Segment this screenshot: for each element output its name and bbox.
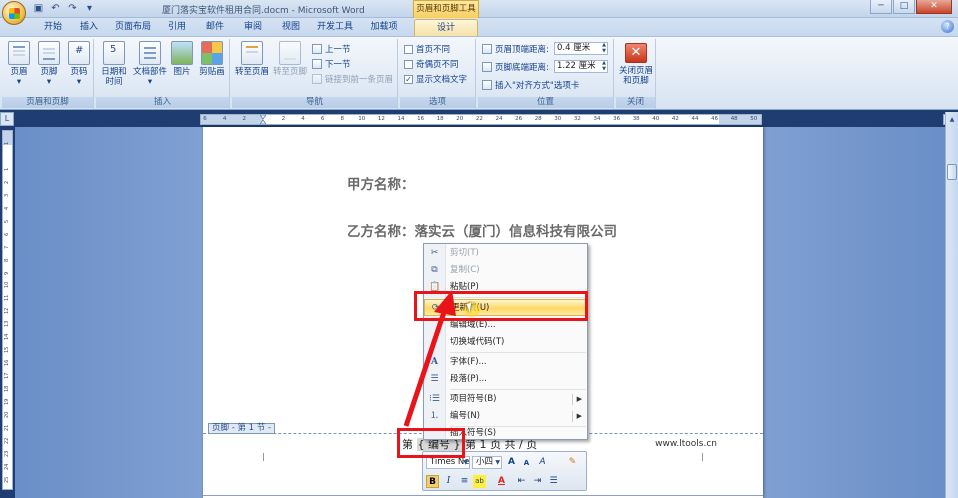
mouse-cursor-icon bbox=[463, 300, 481, 318]
office-button[interactable] bbox=[2, 1, 26, 25]
office-logo-icon bbox=[9, 8, 20, 19]
annotation-arrow bbox=[403, 290, 456, 427]
